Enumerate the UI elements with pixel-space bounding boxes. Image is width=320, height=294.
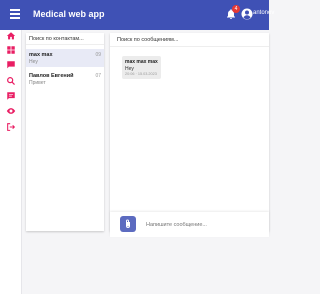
contact-preview: Hey [29,59,38,65]
chat-icon[interactable] [6,60,16,70]
side-nav [0,30,22,294]
message-bubble: max max max Hey 20:06 · 15.03.2023 [122,56,161,79]
messages-search-input[interactable]: Поиск по сообщениям... [110,33,269,47]
app-bar: Medical web app 4 antonov [0,0,274,30]
contact-name: max max [29,52,53,58]
message-author: max max max [125,59,158,65]
contacts-panel: Поиск по контактам... max max Hey 09 Пав… [26,33,104,231]
account-icon[interactable] [241,8,253,20]
contacts-search-input[interactable]: Поиск по контактам... [26,33,104,45]
message-input[interactable] [146,220,264,230]
message-time: 20:06 · 15.03.2023 [125,72,157,76]
search-icon[interactable] [6,76,16,86]
contact-date: 07 [95,73,101,79]
notification-badge: 4 [232,5,240,13]
contact-item[interactable]: max max Hey 09 [26,49,104,67]
menu-icon[interactable] [10,9,20,19]
message-icon[interactable] [6,91,16,101]
app-title: Medical web app [33,9,105,19]
contact-date: 09 [95,52,101,58]
eye-icon[interactable] [6,106,16,116]
contact-item[interactable]: Павлов Евгений Привет 07 [26,70,104,88]
home-icon[interactable] [6,31,16,41]
attach-icon [126,219,130,228]
attach-button[interactable] [120,216,136,232]
chat-panel: Поиск по сообщениям... max max max Hey 2… [110,33,269,231]
contact-name: Павлов Евгений [29,73,74,79]
message-composer [110,212,269,237]
username[interactable]: antonov [253,10,274,16]
contact-preview: Привет [29,80,46,86]
dashboard-icon[interactable] [6,45,16,55]
logout-icon[interactable] [6,122,16,132]
